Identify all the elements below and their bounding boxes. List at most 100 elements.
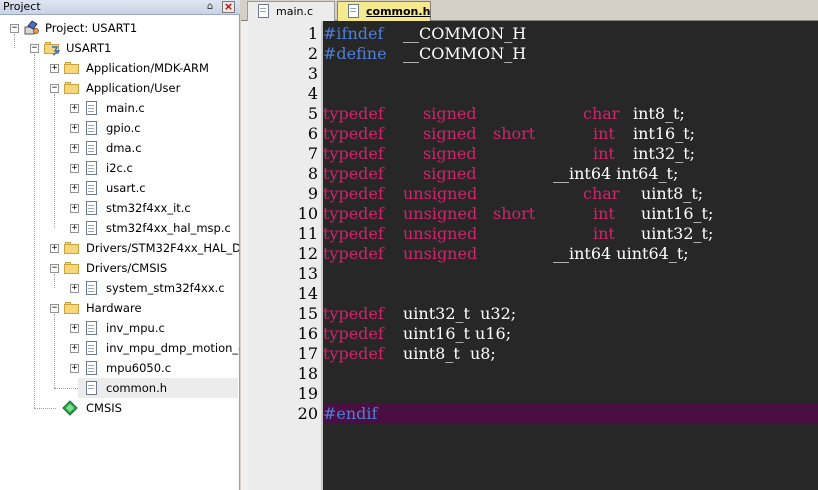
expand-toggle[interactable]: + <box>50 64 59 73</box>
keyword-token: short <box>493 124 536 143</box>
identifier-token: uint32_t; <box>641 224 714 243</box>
identifier-token: uint8_t; <box>641 184 704 203</box>
tree-item-group-mdk-arm[interactable]: + Application/MDK-ARM <box>0 58 239 78</box>
line-number-gutter: 1 2 3 4 5 6 7 8 9 10 11 12 13 14 15 16 17 18 19 20 <box>241 21 321 490</box>
tree-item-label: Application/MDK-ARM <box>86 61 209 75</box>
line-number: 2 <box>307 44 318 63</box>
line-number: 4 <box>307 84 318 103</box>
identifier-token: uint16_t; <box>641 204 714 223</box>
tree-item-file-system-stm32f4xx-c[interactable]: + system_stm32f4xx.c <box>0 278 239 298</box>
tree-item-label: inv_mpu.c <box>106 321 165 335</box>
tree-item-label: usart.c <box>106 181 146 195</box>
expand-toggle[interactable]: + <box>70 124 79 133</box>
identifier-token: __COMMON_H <box>403 44 527 63</box>
keyword-token: typedef <box>323 244 384 263</box>
collapse-toggle[interactable]: − <box>10 24 19 33</box>
panel-header: Project ⌂ × <box>0 0 240 15</box>
project-panel: Project ⌂ × − Project: USART1 − USART1 +… <box>0 0 240 490</box>
tree-item-label: stm32f4xx_it.c <box>106 201 191 215</box>
line-number: 15 <box>297 304 318 323</box>
tree-guide-line <box>54 388 78 389</box>
tree-item-group-hal-driver[interactable]: + Drivers/STM32F4xx_HAL_Driv <box>0 238 239 258</box>
keyword-token: signed <box>423 164 477 183</box>
keyword-token: int <box>593 224 615 243</box>
identifier-token: uint16_t u16; <box>403 324 512 343</box>
identifier-token: int8_t; <box>633 104 685 123</box>
tree-item-file-mpu6050-c[interactable]: + mpu6050.c <box>0 358 239 378</box>
line-number: 14 <box>297 284 318 303</box>
collapse-toggle[interactable]: − <box>30 44 39 53</box>
keyword-token: typedef <box>323 224 384 243</box>
code-line: typedef unsigned short int uint16_t; <box>323 204 818 224</box>
open-folder-icon <box>64 300 80 316</box>
tree-item-project-root[interactable]: − Project: USART1 <box>0 18 239 38</box>
tree-item-target[interactable]: − USART1 <box>0 38 239 58</box>
keyword-token: char <box>583 104 620 123</box>
tree-item-group-drivers-cmsis[interactable]: − Drivers/CMSIS <box>0 258 239 278</box>
c-file-icon <box>84 220 100 236</box>
close-panel-icon[interactable]: × <box>222 1 235 13</box>
c-file-icon <box>84 140 100 156</box>
identifier-token: uint32_t u32; <box>403 304 517 323</box>
expand-toggle[interactable]: + <box>50 244 59 253</box>
expand-toggle[interactable]: + <box>70 324 79 333</box>
keyword-token: typedef <box>323 164 384 183</box>
tree-item-group-hardware[interactable]: − Hardware <box>0 298 239 318</box>
pin-icon[interactable]: ⌂ <box>204 1 216 13</box>
tree-item-label: inv_mpu_dmp_motion_d <box>106 341 239 355</box>
preprocessor-token: #define <box>323 44 387 63</box>
c-file-icon <box>84 180 100 196</box>
tree-item-file-dma-c[interactable]: + dma.c <box>0 138 239 158</box>
tree-item-cmsis[interactable]: CMSIS <box>0 398 239 418</box>
tree-item-label: Drivers/CMSIS <box>86 261 168 275</box>
tree-item-label: mpu6050.c <box>106 361 172 375</box>
tab-main-c[interactable]: main.c <box>247 1 335 21</box>
identifier-token: __COMMON_H <box>403 24 527 43</box>
cmsis-gem-icon <box>62 400 78 416</box>
tree-item-file-common-h[interactable]: common.h <box>78 378 238 398</box>
expand-toggle[interactable]: + <box>70 344 79 353</box>
expand-toggle[interactable]: + <box>70 284 79 293</box>
tree-item-label: dma.c <box>106 141 142 155</box>
expand-toggle[interactable]: + <box>70 364 79 373</box>
tree-item-label: Hardware <box>86 301 142 315</box>
tree-item-file-stm32f4xx-it-c[interactable]: + stm32f4xx_it.c <box>0 198 239 218</box>
keyword-token: unsigned <box>403 224 478 243</box>
line-number: 18 <box>297 364 318 383</box>
expand-toggle[interactable]: + <box>70 204 79 213</box>
expand-toggle[interactable]: + <box>70 144 79 153</box>
tab-common-h[interactable]: common.h <box>337 1 431 21</box>
tree-item-file-inv-mpu-c[interactable]: + inv_mpu.c <box>0 318 239 338</box>
tree-item-group-user[interactable]: − Application/User <box>0 78 239 98</box>
project-icon <box>24 20 40 36</box>
tree-item-file-gpio-c[interactable]: + gpio.c <box>0 118 239 138</box>
keyword-token: int <box>593 144 615 163</box>
line-number: 19 <box>297 384 318 403</box>
keyword-token: typedef <box>323 144 384 163</box>
tree-item-file-inv-mpu-dmp[interactable]: + inv_mpu_dmp_motion_d <box>0 338 239 358</box>
line-number: 11 <box>297 224 318 243</box>
collapse-toggle[interactable]: − <box>50 264 59 273</box>
editor-area: main.c common.h 1 2 3 4 5 6 7 8 9 10 11 12 13 14 15 16 1… <box>241 0 818 490</box>
tree-item-file-i2c-c[interactable]: + i2c.c <box>0 158 239 178</box>
line-number: 10 <box>297 204 318 223</box>
identifier-token: uint8_t u8; <box>403 344 496 363</box>
collapse-toggle[interactable]: − <box>50 84 59 93</box>
tree-item-file-hal-msp-c[interactable]: + stm32f4xx_hal_msp.c <box>0 218 239 238</box>
tree-item-label: i2c.c <box>106 161 133 175</box>
code-line: typedef signed int int32_t; <box>323 144 818 164</box>
expand-toggle[interactable]: + <box>70 164 79 173</box>
expand-toggle[interactable]: + <box>70 224 79 233</box>
expand-toggle[interactable]: + <box>70 184 79 193</box>
keyword-token: signed <box>423 104 477 123</box>
expand-toggle[interactable]: + <box>70 104 79 113</box>
c-file-icon <box>84 280 100 296</box>
tree-item-file-usart-c[interactable]: + usart.c <box>0 178 239 198</box>
tree-item-file-main-c[interactable]: + main.c <box>0 98 239 118</box>
collapse-toggle[interactable]: − <box>50 304 59 313</box>
code-line: typedef signed short int int16_t; <box>323 124 818 144</box>
code-editor[interactable]: #ifndef __COMMON_H #define __COMMON_H typede… <box>323 21 818 490</box>
identifier-token: int16_t; <box>633 124 696 143</box>
